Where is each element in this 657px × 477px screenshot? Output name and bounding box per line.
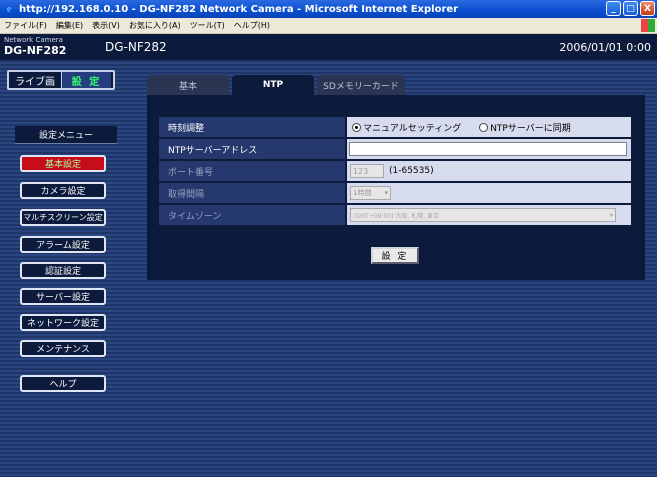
nav-network-settings[interactable]: ネットワーク設定 [20,314,106,331]
minimize-button[interactable]: _ [606,1,621,16]
port-range-hint: (1-65535) [389,166,434,176]
nav-camera-settings[interactable]: カメラ設定 [20,182,106,199]
timezone-value: (GMT+09:00) 大阪, 札幌, 東京 [353,212,440,220]
radio-ntp-label: NTPサーバーに同期 [490,123,571,134]
interval-select[interactable]: 1時間 ▾ [350,186,391,200]
nav-auth-settings[interactable]: 認証設定 [20,262,106,279]
windows-logo-icon [641,19,655,32]
window-title: http://192.168.0.10 - DG-NF282 Network C… [19,3,459,15]
window-title-bar[interactable]: e http://192.168.0.10 - DG-NF282 Network… [0,0,657,18]
brand-model: DG-NF282 [4,44,67,57]
row-port: ポート番号 123 (1-65535) [159,161,631,181]
page-title: DG-NF282 [105,40,167,54]
interval-label: 取得間隔 [159,183,345,203]
ntp-settings-panel: 時刻調整 マニュアルセッティング NTPサーバーに同期 NTPサーバーアドレス … [147,95,645,280]
row-timezone: タイムゾーン (GMT+09:00) 大阪, 札幌, 東京 ▾ [159,205,631,225]
nav-multiscreen-settings[interactable]: マルチスクリーン設定 [20,209,106,226]
nav-basic-settings[interactable]: 基本設定 [20,155,106,172]
ntp-server-input[interactable] [349,142,627,156]
row-ntp-server: NTPサーバーアドレス [159,139,631,159]
internet-explorer-icon: e [6,3,12,15]
tab-basic[interactable]: 基本 [147,75,229,95]
port-label: ポート番号 [159,161,345,181]
menu-tools[interactable]: ツール(T) [190,20,225,31]
live-view-button[interactable]: ライブ画 [9,73,61,88]
left-panel: ライブ画 設 定 設定メニュー 基本設定 カメラ設定 マルチスクリーン設定 アラ… [0,60,118,477]
submit-button[interactable]: 設 定 [371,247,419,264]
radio-manual-dot[interactable] [352,122,361,132]
timezone-label: タイムゾーン [159,205,345,225]
menu-favorites[interactable]: お気に入り(A) [129,20,181,31]
camera-header: Network Camera DG-NF282 DG-NF282 2006/01… [0,34,657,60]
tab-ntp[interactable]: NTP [232,75,314,95]
nav-alarm-settings[interactable]: アラーム設定 [20,236,106,253]
menu-help[interactable]: ヘルプ(H) [234,20,270,31]
settings-menu-title: 設定メニュー [15,126,117,144]
tab-sd-card[interactable]: SDメモリーカード [317,75,405,95]
nav-help[interactable]: ヘルプ [20,375,106,392]
chevron-down-icon: ▾ [384,189,388,197]
menu-bar: ファイル(F) 編集(E) 表示(V) お気に入り(A) ツール(T) ヘルプ(… [0,18,657,34]
radio-ntp-sync[interactable]: NTPサーバーに同期 [479,121,571,134]
row-time-adjust: 時刻調整 マニュアルセッティング NTPサーバーに同期 [159,117,631,137]
radio-ntp-dot[interactable] [479,122,489,132]
maximize-button[interactable]: □ [623,1,638,16]
chevron-down-icon: ▾ [609,211,613,219]
brand-label: Network Camera [4,36,63,44]
interval-value: 1時間 [353,189,372,197]
row-interval: 取得間隔 1時間 ▾ [159,183,631,203]
nav-maintenance[interactable]: メンテナンス [20,340,106,357]
menu-view[interactable]: 表示(V) [92,20,120,31]
current-datetime: 2006/01/01 0:00 [559,41,651,54]
menu-edit[interactable]: 編集(E) [56,20,83,31]
nav-server-settings[interactable]: サーバー設定 [20,288,106,305]
mode-switch: ライブ画 設 定 [7,70,115,90]
menu-file[interactable]: ファイル(F) [4,20,47,31]
timezone-select[interactable]: (GMT+09:00) 大阪, 札幌, 東京 ▾ [350,208,616,222]
port-input[interactable]: 123 [350,164,384,178]
radio-manual-label: マニュアルセッティング [363,123,462,134]
ntp-server-label: NTPサーバーアドレス [159,139,345,159]
close-button[interactable]: X [640,1,655,16]
radio-manual-setting[interactable]: マニュアルセッティング [352,121,461,134]
settings-button[interactable]: 設 定 [61,72,111,88]
time-adjust-label: 時刻調整 [159,117,345,137]
